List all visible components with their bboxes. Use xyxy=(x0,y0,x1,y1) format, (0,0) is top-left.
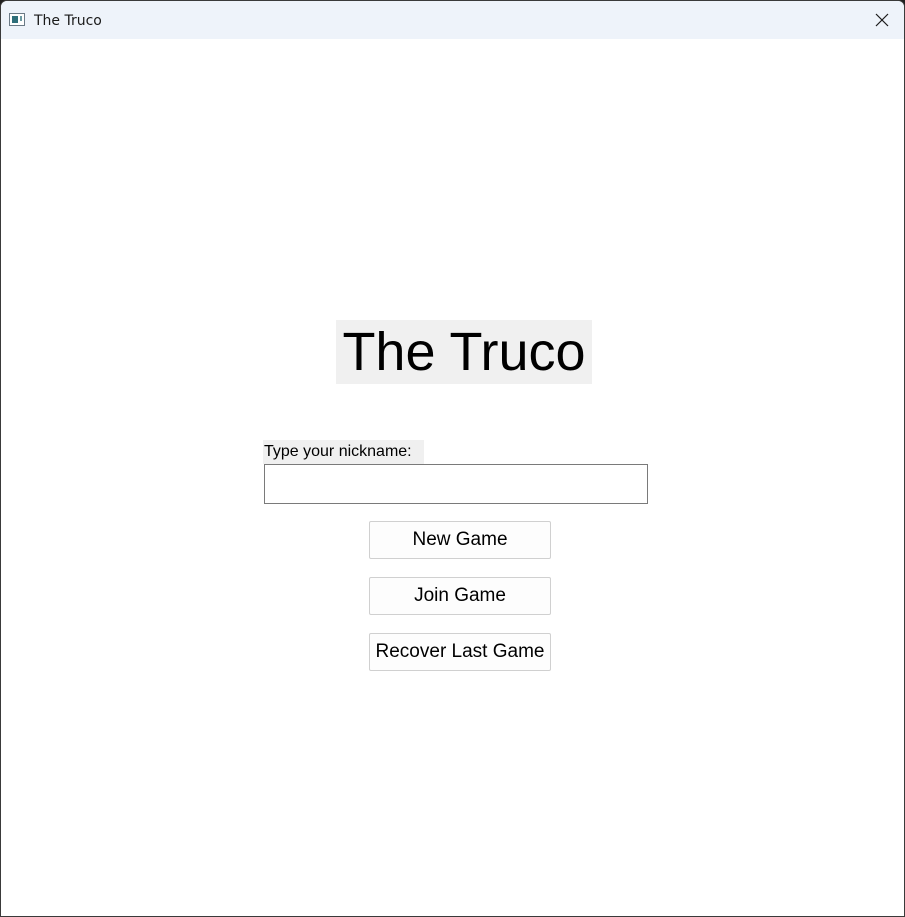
recover-last-game-button[interactable]: Recover Last Game xyxy=(369,633,551,671)
nickname-input[interactable] xyxy=(264,464,648,504)
close-button[interactable] xyxy=(860,1,904,39)
join-game-button[interactable]: Join Game xyxy=(369,577,551,615)
new-game-button[interactable]: New Game xyxy=(369,521,551,559)
nickname-label: Type your nickname: xyxy=(263,440,424,464)
app-heading: The Truco xyxy=(336,320,592,384)
main-content: The Truco Type your nickname: New Game J… xyxy=(1,39,904,916)
app-window: The Truco The Truco Type your nickname: … xyxy=(0,0,905,917)
close-icon xyxy=(875,13,889,27)
window-title: The Truco xyxy=(34,13,102,29)
app-window-icon xyxy=(9,13,25,26)
title-bar[interactable]: The Truco xyxy=(1,1,904,39)
